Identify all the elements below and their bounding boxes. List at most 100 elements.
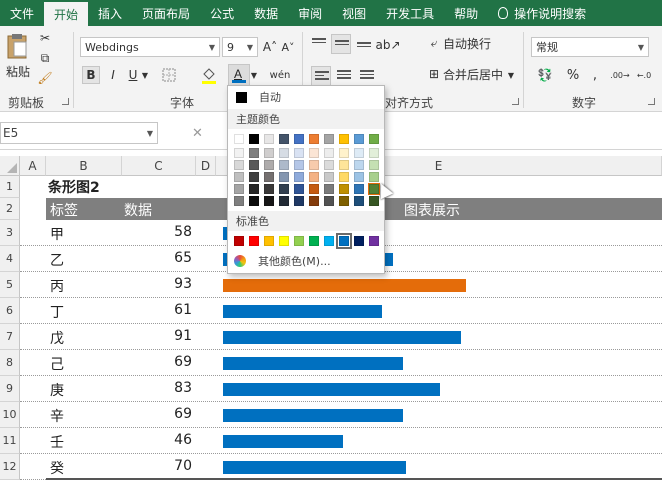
theme-color-swatch[interactable] <box>249 134 259 144</box>
align-bottom-icon[interactable] <box>357 42 371 53</box>
theme-color-swatch[interactable] <box>354 196 364 206</box>
sheet-title[interactable]: 条形图2 <box>48 176 100 198</box>
tab-view[interactable]: 视图 <box>332 0 376 26</box>
chevron-down-icon[interactable]: ▼ <box>250 68 258 82</box>
clipboard-launcher-icon[interactable] <box>62 98 69 105</box>
data-bar[interactable] <box>223 409 403 422</box>
row-header[interactable]: 4 <box>0 246 20 272</box>
tab-home[interactable]: 开始 <box>44 2 89 26</box>
theme-color-swatch[interactable] <box>369 196 379 206</box>
tab-formulas[interactable]: 公式 <box>200 0 244 26</box>
row-header[interactable]: 6 <box>0 298 20 324</box>
row-header[interactable]: 8 <box>0 350 20 376</box>
header-value[interactable]: 数据 <box>124 200 152 220</box>
theme-color-swatch[interactable] <box>264 160 274 170</box>
theme-color-swatch[interactable] <box>294 134 304 144</box>
header-label[interactable]: 标签 <box>50 200 78 220</box>
header-chart[interactable]: 图表展示 <box>404 200 460 220</box>
align-top-icon[interactable] <box>312 38 326 49</box>
column-header-d[interactable]: D <box>196 156 216 176</box>
align-left-button[interactable] <box>311 66 331 86</box>
cell-value[interactable]: 69 <box>150 406 192 422</box>
theme-color-swatch[interactable] <box>279 134 289 144</box>
standard-color-swatch[interactable] <box>369 236 379 246</box>
theme-color-swatch[interactable] <box>354 172 364 182</box>
theme-color-swatch[interactable] <box>234 160 244 170</box>
decrease-decimal-icon[interactable]: ←.0 <box>634 66 654 84</box>
italic-button[interactable]: I <box>104 66 122 84</box>
theme-color-swatch[interactable] <box>309 160 319 170</box>
cell-value[interactable]: 58 <box>150 224 192 240</box>
data-bar[interactable] <box>223 357 403 370</box>
cell-label[interactable]: 戊 <box>50 328 64 348</box>
theme-color-swatch[interactable] <box>294 172 304 182</box>
chevron-down-icon[interactable]: ▼ <box>507 68 515 82</box>
theme-color-swatch[interactable] <box>234 196 244 206</box>
cell-label[interactable]: 丙 <box>50 276 64 296</box>
theme-color-swatch[interactable] <box>264 184 274 194</box>
theme-color-swatch[interactable] <box>309 184 319 194</box>
theme-color-swatch[interactable] <box>294 184 304 194</box>
column-header-b[interactable]: B <box>46 156 122 176</box>
cell-label[interactable]: 壬 <box>50 432 64 452</box>
font-name-combo[interactable]: Webdings ▼ <box>80 37 220 57</box>
cell-value[interactable]: 46 <box>150 432 192 448</box>
standard-color-swatch[interactable] <box>249 236 259 246</box>
column-header-c[interactable]: C <box>122 156 196 176</box>
cell-value[interactable]: 69 <box>150 354 192 370</box>
row-header[interactable]: 10 <box>0 402 20 428</box>
standard-color-swatch[interactable] <box>234 236 244 246</box>
theme-color-swatch[interactable] <box>369 148 379 158</box>
theme-color-swatch[interactable] <box>324 148 334 158</box>
theme-color-swatch[interactable] <box>309 196 319 206</box>
theme-color-swatch[interactable] <box>369 134 379 144</box>
automatic-color-option[interactable]: 自动 <box>228 86 384 108</box>
cancel-entry-icon[interactable]: ✕ <box>192 126 203 141</box>
theme-color-swatch[interactable] <box>354 184 364 194</box>
percent-icon[interactable]: % <box>565 66 581 84</box>
cell-label[interactable]: 辛 <box>50 406 64 426</box>
tab-page-layout[interactable]: 页面布局 <box>132 0 200 26</box>
theme-color-swatch[interactable] <box>249 148 259 158</box>
increase-font-size-icon[interactable]: A˄ <box>262 39 278 55</box>
wrap-text-button[interactable]: 自动换行 <box>443 35 493 51</box>
theme-color-swatch[interactable] <box>339 160 349 170</box>
theme-color-swatch[interactable] <box>324 196 334 206</box>
cell-value[interactable]: 70 <box>150 458 192 474</box>
theme-color-swatch[interactable] <box>264 172 274 182</box>
cut-icon[interactable]: ✂ <box>37 30 53 46</box>
theme-color-swatch[interactable] <box>339 196 349 206</box>
merge-center-button[interactable]: 合并后居中 <box>443 66 507 82</box>
standard-color-swatch[interactable] <box>294 236 304 246</box>
data-bar[interactable] <box>223 331 461 344</box>
decrease-font-size-icon[interactable]: A˅ <box>280 39 296 55</box>
tell-me-search[interactable]: 操作说明搜索 <box>488 0 596 26</box>
theme-color-swatch[interactable] <box>249 172 259 182</box>
increase-decimal-icon[interactable]: .00→ <box>610 66 630 84</box>
data-bar[interactable] <box>223 461 406 474</box>
row-header[interactable]: 9 <box>0 376 20 402</box>
cell-label[interactable]: 甲 <box>50 224 64 244</box>
theme-color-swatch[interactable] <box>294 196 304 206</box>
format-painter-icon[interactable]: 🖌 <box>37 70 53 86</box>
theme-color-swatch[interactable] <box>309 172 319 182</box>
theme-color-swatch[interactable] <box>294 160 304 170</box>
theme-color-swatch[interactable] <box>234 172 244 182</box>
align-center-icon[interactable] <box>337 70 351 81</box>
theme-color-swatch[interactable] <box>369 160 379 170</box>
tab-data[interactable]: 数据 <box>244 0 288 26</box>
cell-label[interactable]: 庚 <box>50 380 64 400</box>
row-header[interactable]: 2 <box>0 198 20 220</box>
tab-developer[interactable]: 开发工具 <box>376 0 444 26</box>
bold-button[interactable]: B <box>82 66 100 84</box>
chevron-down-icon[interactable]: ▼ <box>141 68 149 82</box>
data-bar[interactable] <box>223 383 440 396</box>
theme-color-swatch[interactable] <box>324 172 334 182</box>
theme-color-swatch[interactable] <box>324 160 334 170</box>
borders-icon[interactable] <box>160 66 178 84</box>
theme-color-swatch[interactable] <box>309 148 319 158</box>
theme-color-swatch[interactable] <box>279 172 289 182</box>
cell-value[interactable]: 93 <box>150 276 192 292</box>
theme-color-swatch[interactable] <box>339 148 349 158</box>
data-bar[interactable] <box>223 279 466 292</box>
